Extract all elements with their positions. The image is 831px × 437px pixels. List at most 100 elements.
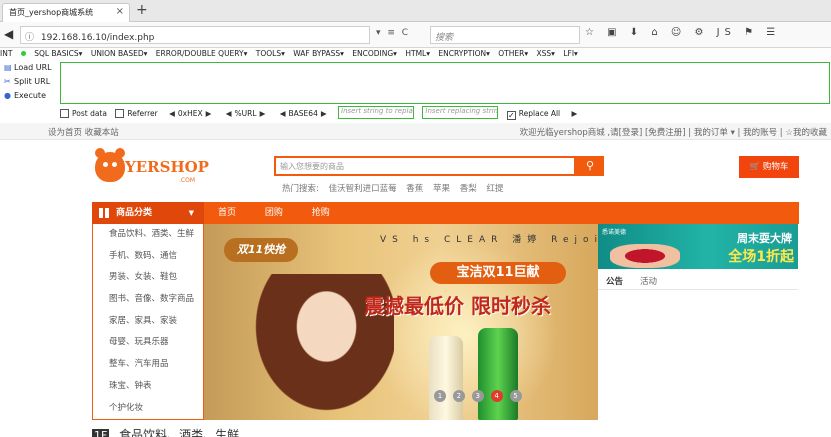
banner-subtitle: 宝洁双11巨献 xyxy=(430,262,566,284)
category-item[interactable]: 男装、女装、鞋包 xyxy=(93,267,203,289)
hackbar-options: Post data Referrer ◀ 0xHEX ▶ ◀ %URL ▶ ◀ BASE6… xyxy=(60,106,830,120)
insert-replacing-input[interactable]: Insert replacing string xyxy=(422,106,499,119)
status-dot-icon xyxy=(20,51,26,56)
category-item[interactable]: 母婴、玩具乐器 xyxy=(93,332,203,354)
floor-heading: 1F 食品饮料、酒类、生鲜 xyxy=(92,426,239,437)
new-tab-button[interactable]: + xyxy=(136,2,148,18)
hackbar-menu-lfi[interactable]: LFI▾ xyxy=(563,49,577,58)
carousel-dot[interactable]: 2 xyxy=(452,390,465,402)
load-url-button[interactable]: ▤ Load URL xyxy=(0,61,58,75)
category-list: 食品饮料、酒类、生鲜 手机、数码、通信 男装、女装、鞋包 图书、音像、数字商品 … xyxy=(92,224,204,420)
post-data-checkbox[interactable]: Post data xyxy=(60,109,107,118)
close-icon[interactable]: × xyxy=(116,6,124,17)
search-button[interactable]: ⚲ xyxy=(576,156,604,176)
hackbar-menu-encoding[interactable]: ENCODING▾ xyxy=(352,49,397,58)
hackbar-menu-encryption[interactable]: ENCRYPTION▾ xyxy=(438,49,490,58)
execute-icon: ● xyxy=(4,91,11,100)
site-topbar: 设为首页 收藏本站 欢迎光临yershop商城 ,请[登录] [免费注册] | … xyxy=(0,123,831,140)
hackbar-actions: ▤ Load URL ✂ Split URL ● Execute xyxy=(0,61,58,105)
bear-logo-icon xyxy=(95,148,125,182)
hot-word[interactable]: 香梨 xyxy=(460,184,477,194)
topbar-left-links[interactable]: 设为首页 收藏本站 xyxy=(48,126,119,138)
carousel-dot[interactable]: 3 xyxy=(471,390,484,402)
replace-all-checkbox[interactable]: Replace All xyxy=(506,109,560,120)
topbar-right-links[interactable]: 欢迎光临yershop商城 ,请[登录] [免费注册] | 我的订单 ▾ | 我… xyxy=(520,126,827,138)
search-placeholder: 搜索 xyxy=(435,33,454,43)
nav-groupbuy[interactable]: 团购 xyxy=(265,208,283,218)
nav-home[interactable]: 首页 xyxy=(218,208,236,218)
banner-headline: 震撼最低价 限时秒杀 xyxy=(364,294,551,318)
logo-com: .COM xyxy=(179,177,195,184)
category-title: 商品分类 xyxy=(116,208,153,218)
search-icon: ⚲ xyxy=(585,159,595,172)
browser-search-input[interactable]: 搜索 xyxy=(430,26,580,44)
category-item[interactable]: 珠宝、钟表 xyxy=(93,376,203,398)
hackbar-menu-error[interactable]: ERROR/DOUBLE QUERY▾ xyxy=(156,49,248,58)
tab-activity[interactable]: 活动 xyxy=(640,275,657,287)
hot-searches: 热门搜索: 佳沃智利进口蓝莓 香蕉 苹果 香梨 红提 xyxy=(282,182,510,194)
ad-brand: 悉诺美德 xyxy=(602,229,627,236)
category-item[interactable]: 整车、汽车用品 xyxy=(93,354,203,376)
browser-tabbar: 首页_yershop商城系统 × + xyxy=(0,0,831,22)
cart-button[interactable]: 🛒 购物车 xyxy=(739,156,799,178)
main-nav: 商品分类 ▼ 首页 团购 抢购 xyxy=(0,202,831,224)
nav-flashsale[interactable]: 抢购 xyxy=(312,208,330,218)
hackbar-menu-sql[interactable]: SQL BASICS▾ xyxy=(34,49,82,58)
nav-links: 首页 团购 抢购 xyxy=(218,202,356,224)
hackbar-menu-xss[interactable]: XSS▾ xyxy=(537,49,555,58)
hackbar-url-textarea[interactable] xyxy=(60,62,830,104)
toolbar-icons[interactable]: ☆ ▣ ⬇ ⌂ ☺ ⚙ JS ⚑ ☰ xyxy=(585,27,780,38)
url-bar[interactable]: ⓘ 192.168.16.10/index.php xyxy=(20,26,370,44)
hackbar-menu-int[interactable]: INT xyxy=(0,49,12,58)
floor-title: 食品饮料、酒类、生鲜 xyxy=(119,428,240,437)
category-menu-button[interactable]: 商品分类 ▼ xyxy=(92,202,204,224)
brand-logos: VS hs CLEAR 潘婷 Rejoice 伊卡璐 xyxy=(380,235,598,245)
hackbar-menu: INT SQL BASICS▾ UNION BASED▾ ERROR/DOUBL… xyxy=(0,48,831,61)
info-icon[interactable]: ⓘ xyxy=(25,33,34,43)
category-item[interactable]: 家居、家具、家装 xyxy=(93,311,203,333)
carousel-dot[interactable]: 5 xyxy=(509,390,522,402)
tab-notice[interactable]: 公告 xyxy=(606,275,623,287)
url-encode-button[interactable]: ◀ %URL ▶ xyxy=(223,109,269,118)
load-icon: ▤ xyxy=(4,63,12,72)
hackbar-menu-other[interactable]: OTHER▾ xyxy=(498,49,528,58)
hackbar-menu-tools[interactable]: TOOLS▾ xyxy=(256,49,285,58)
arrow-right-icon[interactable]: ▶ xyxy=(572,109,578,118)
tab-title: 首页_yershop商城系统 xyxy=(9,8,94,17)
arrow-right-icon: ▶ xyxy=(259,109,266,118)
site-search-input[interactable]: 输入您想要的商品 xyxy=(274,156,576,176)
floor-number: 1F xyxy=(92,429,110,437)
reload-icon[interactable]: ▾ ≡ C xyxy=(376,28,410,38)
site-logo[interactable]: YERSHOP .COM xyxy=(95,148,209,188)
arrow-right-icon: ▶ xyxy=(320,109,327,118)
hex-button[interactable]: ◀ 0xHEX ▶ xyxy=(166,109,214,118)
insert-string-input[interactable]: Insert string to replace xyxy=(338,106,415,119)
hackbar-menu-html[interactable]: HTML▾ xyxy=(405,49,430,58)
product-bottle-image xyxy=(429,336,463,420)
carousel-dot-active[interactable]: 4 xyxy=(490,390,503,402)
split-url-button[interactable]: ✂ Split URL xyxy=(0,75,58,89)
arrow-left-icon: ◀ xyxy=(279,109,286,118)
execute-button[interactable]: ● Execute xyxy=(0,89,58,103)
side-ad[interactable]: 悉诺美德 周末耍大牌 全场1折起 xyxy=(598,224,798,269)
promo-banner[interactable]: VS hs CLEAR 潘婷 Rejoice 伊卡璐 双11快抢 宝洁双11巨献… xyxy=(204,224,598,420)
referrer-checkbox[interactable]: Referrer xyxy=(115,109,158,118)
carousel-dot[interactable]: 1 xyxy=(434,390,446,402)
back-icon[interactable]: ◀ xyxy=(4,27,13,41)
hackbar-menu-union[interactable]: UNION BASED▾ xyxy=(91,49,148,58)
base64-button[interactable]: ◀ BASE64 ▶ xyxy=(277,109,330,118)
grid-icon xyxy=(99,208,109,218)
category-item[interactable]: 图书、音像、数字商品 xyxy=(93,289,203,311)
hackbar-menu-waf[interactable]: WAF BYPASS▾ xyxy=(293,49,344,58)
product-bottle-image xyxy=(478,328,518,420)
category-item[interactable]: 手机、数码、通信 xyxy=(93,246,203,268)
hot-word[interactable]: 红提 xyxy=(486,184,503,194)
category-item[interactable]: 食品饮料、酒类、生鲜 xyxy=(93,224,203,246)
category-item[interactable]: 个护化妆 xyxy=(93,398,203,420)
hot-word[interactable]: 佳沃智利进口蓝莓 xyxy=(329,184,397,194)
arrow-left-icon: ◀ xyxy=(225,109,232,118)
hot-word[interactable]: 苹果 xyxy=(433,184,450,194)
arrow-right-icon: ▶ xyxy=(205,109,212,118)
hot-word[interactable]: 香蕉 xyxy=(406,184,423,194)
tab-active[interactable]: 首页_yershop商城系统 × xyxy=(2,3,130,22)
